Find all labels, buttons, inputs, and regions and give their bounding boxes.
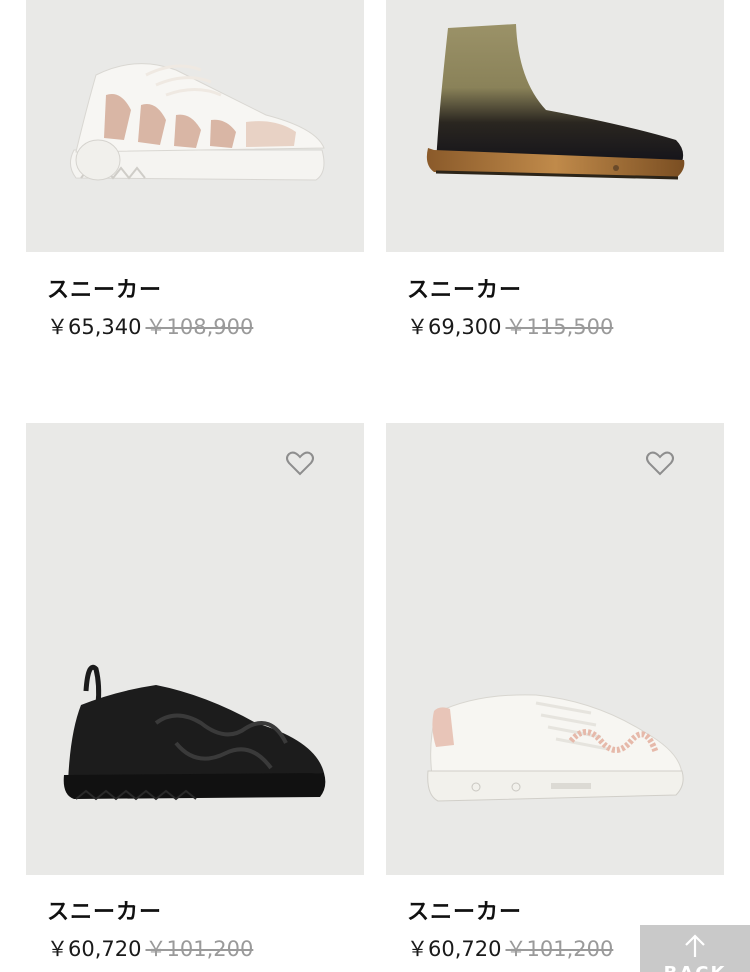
product-card[interactable]: スニーカー ￥69,300 ￥115,500: [386, 0, 724, 339]
black-knit-sneaker-image: [63, 664, 326, 801]
product-name[interactable]: スニーカー: [407, 272, 522, 304]
heart-outline-icon: [286, 451, 314, 476]
arrow-up-icon: [685, 934, 705, 957]
favorite-button[interactable]: [644, 447, 676, 479]
product-card[interactable]: スニーカー ￥65,340 ￥108,900: [26, 0, 364, 339]
product-card[interactable]: スニーカー ￥60,720 ￥101,200: [386, 423, 724, 961]
sale-price: ￥60,720: [47, 937, 142, 961]
product-image[interactable]: [26, 423, 364, 875]
product-price-group: ￥69,300 ￥115,500: [407, 311, 613, 341]
sock-sneaker-image: [426, 24, 685, 180]
product-price-group: ￥65,340 ￥108,900: [47, 311, 253, 341]
sale-price: ￥69,300: [407, 315, 502, 339]
original-price: ￥108,900: [145, 315, 254, 339]
favorite-button[interactable]: [284, 447, 316, 479]
product-card[interactable]: スニーカー ￥60,720 ￥101,200: [26, 423, 364, 961]
original-price: ￥101,200: [505, 937, 614, 961]
back-to-top-button[interactable]: BACK: [640, 925, 750, 972]
sale-price: ￥65,340: [47, 315, 142, 339]
product-image[interactable]: [386, 423, 724, 875]
product-name[interactable]: スニーカー: [47, 272, 162, 304]
heart-outline-icon: [646, 451, 674, 476]
product-price-group: ￥60,720 ￥101,200: [47, 933, 253, 963]
product-image[interactable]: [386, 0, 724, 252]
product-name[interactable]: スニーカー: [47, 894, 162, 926]
sale-price: ￥60,720: [407, 937, 502, 961]
back-to-top-label: BACK: [640, 963, 750, 972]
original-price: ￥115,500: [505, 315, 614, 339]
original-price: ￥101,200: [145, 937, 254, 961]
product-price-group: ￥60,720 ￥101,200: [407, 933, 613, 963]
product-grid-page: スニーカー ￥65,340 ￥108,900 スニーカー ￥69,300 ￥11…: [0, 0, 750, 972]
white-chunky-sneaker-image: [70, 63, 325, 181]
white-leather-sneaker-image: [427, 694, 684, 802]
product-image[interactable]: [26, 0, 364, 252]
product-name[interactable]: スニーカー: [407, 894, 522, 926]
